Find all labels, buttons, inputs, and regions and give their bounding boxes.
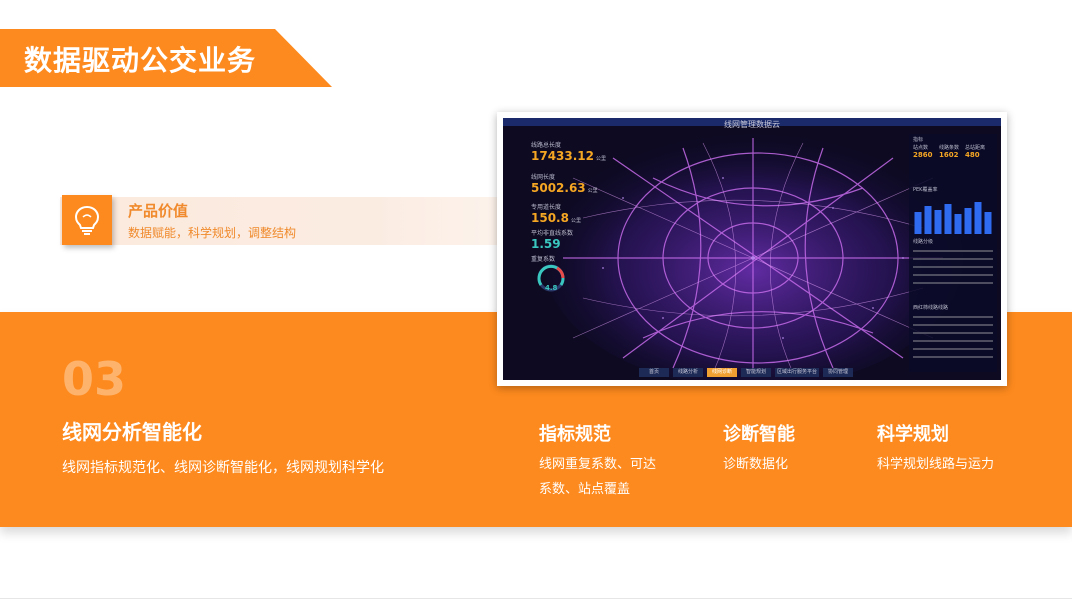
bottom-divider bbox=[0, 598, 1072, 599]
section-description: 线网指标规范化、线网诊断智能化，线网规划科学化 bbox=[62, 460, 384, 476]
section-title: 线网分析智能化 bbox=[62, 420, 202, 444]
feature-description: 科学规划线路与运力 bbox=[877, 457, 995, 472]
nav-button-collaboration[interactable]: 协同管理 bbox=[823, 368, 853, 377]
route-table bbox=[913, 316, 993, 358]
metric-total-length: 线路总长度 17433.12 公里 bbox=[531, 142, 607, 163]
feature-indicator-standard: 指标规范 线网重复系数、可达系数、站点覆盖 bbox=[539, 420, 659, 502]
nav-button-home[interactable]: 首页 bbox=[639, 368, 669, 377]
metric-network-length: 线网长度 5002.63 公里 bbox=[531, 174, 598, 195]
coverage-bar bbox=[974, 202, 982, 234]
coverage-bar bbox=[934, 210, 942, 234]
coverage-bar-chart bbox=[914, 202, 992, 234]
product-value-title: 产品价值 bbox=[128, 202, 189, 220]
feature-scientific-planning: 科学规划 科学规划线路与运力 bbox=[877, 420, 1017, 477]
dashboard-screen: 线网管理数据云 线路总长度 17433.12 公里 线网长度 5002.63 公里 … bbox=[503, 118, 1001, 380]
dashboard-title: 线网管理数据云 bbox=[724, 120, 780, 129]
title-banner: 数据驱动公交业务 bbox=[0, 29, 332, 87]
lightbulb-icon bbox=[74, 205, 100, 235]
gauge-value: 4.8 bbox=[545, 284, 558, 292]
section-number: 03 bbox=[62, 352, 127, 406]
page-title: 数据驱动公交业务 bbox=[24, 44, 257, 77]
coverage-bar bbox=[964, 208, 972, 234]
nav-button-line-analysis[interactable]: 线路分析 bbox=[673, 368, 703, 377]
product-value-subtitle: 数据赋能，科学规划，调整结构 bbox=[128, 226, 297, 240]
nav-button-smart-planning[interactable]: 智能规划 bbox=[741, 368, 771, 377]
coverage-bar bbox=[984, 212, 992, 234]
gauge-label: 重复系数 bbox=[531, 256, 556, 263]
feature-title: 指标规范 bbox=[539, 424, 611, 445]
metric-bus-lane-length: 专用道长度 150.8 公里 bbox=[531, 204, 581, 225]
coverage-bar bbox=[954, 214, 962, 234]
nav-button-regional-service[interactable]: 区域出行服务平台 bbox=[775, 368, 819, 377]
feature-title: 科学规划 bbox=[877, 424, 949, 445]
feature-description: 线网重复系数、可达系数、站点覆盖 bbox=[539, 457, 657, 497]
product-value-icon-box bbox=[62, 195, 112, 245]
line-grade-table bbox=[913, 250, 993, 284]
feature-title: 诊断智能 bbox=[723, 424, 795, 445]
feature-smart-diagnosis: 诊断智能 诊断数据化 bbox=[723, 420, 843, 477]
coverage-bar bbox=[944, 204, 952, 234]
dashboard-screenshot-frame: 线网管理数据云 线路总长度 17433.12 公里 线网长度 5002.63 公里 … bbox=[497, 112, 1007, 386]
feature-description: 诊断数据化 bbox=[723, 457, 789, 472]
coverage-bar bbox=[924, 206, 932, 234]
coverage-bar bbox=[914, 212, 922, 234]
metric-nonlinear-coefficient: 平均非直线系数 1.59 bbox=[531, 230, 574, 251]
dashboard-right-panel: 指标 站点数 线路条数 总站距离 2860 1602 480 PEK覆盖率 线路… bbox=[909, 134, 997, 372]
nav-button-network-diagnosis[interactable]: 线网诊断 bbox=[707, 368, 737, 377]
